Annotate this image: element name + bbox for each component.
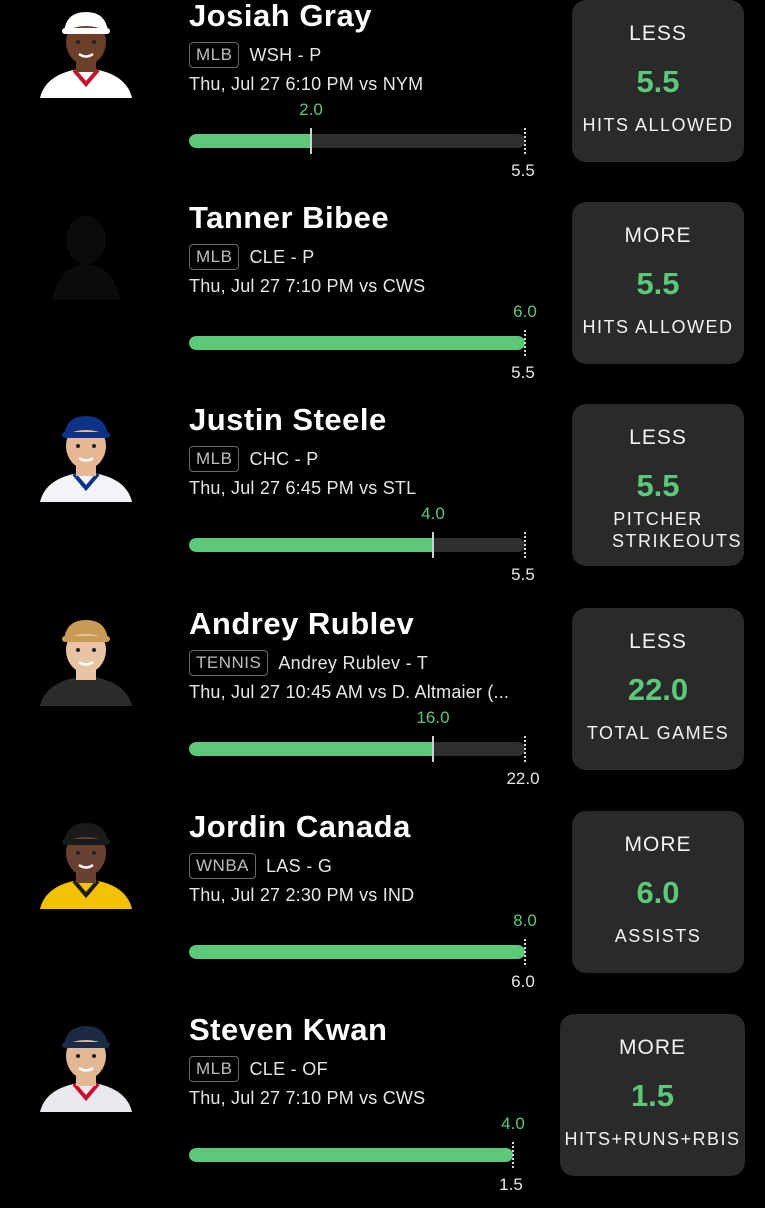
projection-marker xyxy=(310,128,312,154)
team-position: WSH - P xyxy=(249,44,322,65)
league-badge: MLB xyxy=(189,244,240,270)
pick-row[interactable]: Tanner Bibee MLB CLE - P Thu, Jul 27 7:10 P… xyxy=(0,196,765,396)
pick-direction: MORE xyxy=(619,1036,686,1059)
projection-bar xyxy=(189,134,525,148)
player-meta: MLB CLE - P xyxy=(189,242,315,272)
pick-card[interactable]: MORE 1.5 HITS+RUNS+RBIS xyxy=(560,1014,745,1176)
player-meta: WNBA LAS - G xyxy=(189,851,332,881)
projection-bar xyxy=(189,742,525,756)
projection-bar xyxy=(189,538,525,552)
line-value: 5.5 xyxy=(511,363,535,382)
line-value: 6.0 xyxy=(511,972,535,991)
game-time: Thu, Jul 27 7:10 PM vs CWS xyxy=(189,1088,426,1108)
game-time: Thu, Jul 27 6:10 PM vs NYM xyxy=(189,74,424,94)
projection-bar-fill xyxy=(189,134,311,148)
player-photo-icon xyxy=(38,610,134,706)
team-position: Andrey Rublev - T xyxy=(278,652,429,673)
pick-direction: MORE xyxy=(624,224,692,247)
pick-row[interactable]: Justin Steele MLB CHC - P Thu, Jul 27 6:45 … xyxy=(0,398,765,598)
pick-row[interactable]: Andrey Rublev TENNIS Andrey Rublev - T Thu,… xyxy=(0,602,765,802)
projection-value: 8.0 xyxy=(513,911,537,930)
stat-type: TOTAL GAMES xyxy=(586,723,730,743)
pick-direction: MORE xyxy=(624,833,692,856)
player-name[interactable]: Tanner Bibee xyxy=(189,200,389,236)
line-marker xyxy=(524,128,526,154)
league-badge: WNBA xyxy=(189,853,256,879)
stat-type: HITS ALLOWED xyxy=(582,115,734,135)
projection-value: 4.0 xyxy=(421,504,445,523)
league-badge: MLB xyxy=(189,1056,240,1082)
team-position: LAS - G xyxy=(266,855,333,876)
projection-bar xyxy=(189,1148,513,1162)
player-photo-icon xyxy=(38,406,134,502)
pick-card[interactable]: LESS 22.0 TOTAL GAMES xyxy=(572,608,744,770)
player-photo-icon xyxy=(38,813,134,909)
league-badge: MLB xyxy=(189,42,240,68)
projection-bar-fill xyxy=(189,336,525,350)
pick-line: 5.5 xyxy=(636,468,680,503)
line-marker xyxy=(512,1142,514,1168)
projection-value: 4.0 xyxy=(501,1114,525,1133)
pick-line: 1.5 xyxy=(630,1078,675,1113)
player-meta: MLB WSH - P xyxy=(189,40,322,70)
team-position: CHC - P xyxy=(249,448,319,469)
pick-line: 22.0 xyxy=(627,672,689,707)
team-position: CLE - OF xyxy=(249,1058,328,1079)
pick-line: 6.0 xyxy=(636,875,680,910)
player-name[interactable]: Steven Kwan xyxy=(189,1012,387,1048)
projection-marker xyxy=(432,532,434,558)
line-value: 5.5 xyxy=(511,161,535,180)
player-silhouette-icon xyxy=(38,204,134,300)
projection-value: 2.0 xyxy=(299,100,323,119)
pick-direction: LESS xyxy=(629,22,687,45)
pick-card[interactable]: LESS 5.5 PITCHER STRIKEOUTS xyxy=(572,404,744,566)
team-position: CLE - P xyxy=(249,246,315,267)
stat-type: PITCHER STRIKEOUTS xyxy=(612,509,743,551)
pick-direction: LESS xyxy=(629,630,687,653)
pick-line: 5.5 xyxy=(636,266,680,301)
projection-marker xyxy=(432,736,434,762)
line-value: 22.0 xyxy=(506,769,540,788)
game-time: Thu, Jul 27 6:45 PM vs STL xyxy=(189,478,417,498)
projection-bar-fill xyxy=(189,1148,513,1162)
pick-card[interactable]: MORE 6.0 ASSISTS xyxy=(572,811,744,973)
player-meta: MLB CLE - OF xyxy=(189,1054,328,1084)
projection-bar-fill xyxy=(189,945,525,959)
projection-value: 16.0 xyxy=(416,708,450,727)
game-time: Thu, Jul 27 10:45 AM vs D. Altmaier (... xyxy=(189,682,510,702)
league-badge: TENNIS xyxy=(189,650,269,676)
game-time: Thu, Jul 27 7:10 PM vs CWS xyxy=(189,276,426,296)
game-time: Thu, Jul 27 2:30 PM vs IND xyxy=(189,885,415,905)
stat-type: ASSISTS xyxy=(614,926,702,946)
projection-bar xyxy=(189,336,525,350)
player-name[interactable]: Jordin Canada xyxy=(189,809,411,845)
player-name[interactable]: Justin Steele xyxy=(189,402,387,438)
pick-card[interactable]: MORE 5.5 HITS ALLOWED xyxy=(572,202,744,364)
pick-row[interactable]: Jordin Canada WNBA LAS - G Thu, Jul 27 2:30… xyxy=(0,805,765,1005)
pick-line: 5.5 xyxy=(636,64,680,99)
projection-value: 6.0 xyxy=(513,302,537,321)
line-value: 1.5 xyxy=(499,1175,523,1194)
player-name[interactable]: Josiah Gray xyxy=(189,0,372,34)
line-marker xyxy=(524,330,526,356)
line-marker xyxy=(524,532,526,558)
player-photo-icon xyxy=(38,1016,134,1112)
projection-bar-fill xyxy=(189,742,433,756)
pick-row[interactable]: Steven Kwan MLB CLE - OF Thu, Jul 27 7:10 P… xyxy=(0,1008,765,1208)
stat-type: HITS ALLOWED xyxy=(582,317,734,337)
player-photo-icon xyxy=(38,2,134,98)
league-badge: MLB xyxy=(189,446,240,472)
player-name[interactable]: Andrey Rublev xyxy=(189,606,414,642)
pick-direction: LESS xyxy=(629,426,687,449)
stat-type: HITS+RUNS+RBIS xyxy=(564,1129,741,1149)
line-marker xyxy=(524,736,526,762)
projection-bar-fill xyxy=(189,538,433,552)
line-marker xyxy=(524,939,526,965)
projection-bar xyxy=(189,945,525,959)
pick-row[interactable]: Josiah Gray MLB WSH - P Thu, Jul 27 6:10 PM… xyxy=(0,0,765,194)
pick-card[interactable]: LESS 5.5 HITS ALLOWED xyxy=(572,0,744,162)
line-value: 5.5 xyxy=(511,565,535,584)
player-meta: TENNIS Andrey Rublev - T xyxy=(189,648,428,678)
player-meta: MLB CHC - P xyxy=(189,444,319,474)
